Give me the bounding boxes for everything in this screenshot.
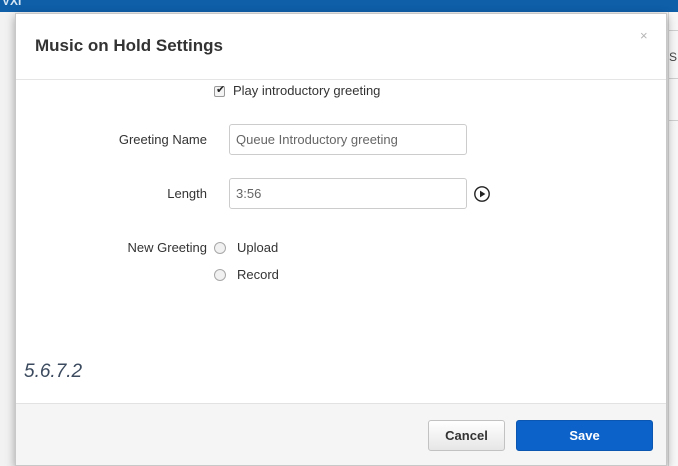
length-input[interactable]: 3:56 <box>229 178 467 209</box>
greeting-name-label: Greeting Name <box>118 132 207 147</box>
record-option-label: Record <box>237 267 279 282</box>
checkbox-checked-icon: ✔ <box>216 84 226 96</box>
modal-header: Music on Hold Settings × <box>16 14 666 80</box>
figure-reference-label: 5.6.7.2 <box>24 357 639 389</box>
play-circle-icon[interactable] <box>474 186 490 202</box>
new-greeting-label: New Greeting <box>127 240 207 255</box>
record-radio[interactable] <box>214 269 226 281</box>
play-greeting-label: Play introductory greeting <box>233 83 381 98</box>
save-button[interactable]: Save <box>516 420 653 451</box>
modal-footer: Cancel Save <box>16 403 666 465</box>
music-on-hold-modal: Music on Hold Settings × ✔ Play introduc… <box>15 13 667 466</box>
cancel-button[interactable]: Cancel <box>428 420 505 451</box>
greeting-name-input[interactable]: Queue Introductory greeting <box>229 124 467 155</box>
background-divider <box>669 30 678 31</box>
background-divider <box>669 78 678 79</box>
upload-option-label: Upload <box>237 240 279 255</box>
background-right-text: S <box>669 50 678 64</box>
length-label: Length <box>167 186 207 201</box>
background-top-bar-text: VXI <box>2 0 22 8</box>
background-top-bar: VXI <box>0 0 678 12</box>
upload-radio[interactable] <box>214 242 226 254</box>
play-greeting-checkbox[interactable]: ✔ <box>214 84 226 97</box>
background-divider <box>669 120 678 121</box>
modal-title: Music on Hold Settings <box>35 36 223 55</box>
close-icon[interactable]: × <box>640 28 648 43</box>
background-right-panel <box>668 12 678 466</box>
